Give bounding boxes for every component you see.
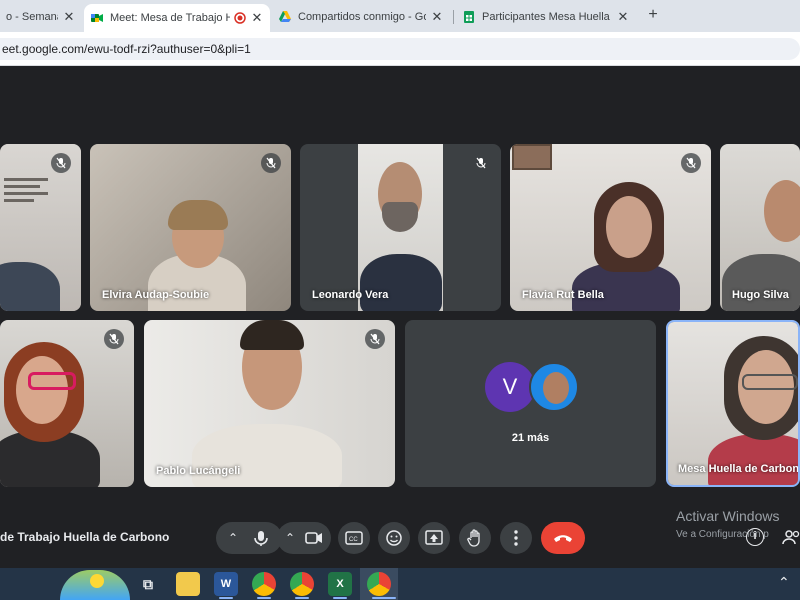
mic-off-icon bbox=[261, 153, 281, 173]
running-indicator bbox=[219, 597, 233, 599]
participant-hair bbox=[168, 200, 228, 230]
info-icon[interactable]: i bbox=[746, 528, 764, 546]
participant-tile[interactable]: Leonardo Vera bbox=[300, 144, 501, 311]
avatar: V bbox=[485, 362, 535, 412]
microphone-icon[interactable] bbox=[245, 522, 277, 554]
close-icon[interactable]: ✕ bbox=[430, 9, 444, 25]
tab-title: Participantes Mesa Huella de C bbox=[482, 11, 612, 23]
participant-name: Hugo Silva bbox=[732, 289, 789, 301]
participant-name: Mesa Huella de Carbono bbox=[678, 463, 800, 475]
chevron-up-icon[interactable]: ⌃ bbox=[778, 574, 790, 591]
mic-off-icon bbox=[471, 153, 491, 173]
widgets-weather-icon[interactable] bbox=[60, 570, 130, 600]
chevron-up-icon[interactable]: ⌃ bbox=[280, 531, 300, 545]
participant-figure bbox=[722, 254, 800, 311]
tab-sheets[interactable]: Participantes Mesa Huella de C ✕ bbox=[456, 4, 636, 30]
participant-name: Elvira Audap-Soubie bbox=[102, 289, 210, 301]
tab-meet[interactable]: Meet: Mesa de Trabajo Hue ✕ bbox=[84, 4, 270, 32]
meeting-title: de Trabajo Huella de Carbono bbox=[0, 530, 170, 544]
chrome-active-icon[interactable] bbox=[367, 572, 391, 596]
drive-icon bbox=[279, 11, 291, 22]
tab-drive[interactable]: Compartidos conmigo - Google ✕ bbox=[272, 4, 450, 30]
participant-head bbox=[606, 196, 652, 258]
url-field[interactable]: eet.google.com/ewu-todf-rzi?authuser=0&p… bbox=[0, 38, 800, 60]
participant-name: Leonardo Vera bbox=[312, 289, 389, 301]
running-indicator bbox=[372, 597, 396, 599]
file-explorer-icon[interactable] bbox=[176, 572, 200, 596]
recording-icon bbox=[234, 12, 246, 24]
participant-tile-self[interactable]: Mesa Huella de Carbono bbox=[666, 320, 800, 487]
present-screen-icon bbox=[425, 530, 443, 545]
wall-sign bbox=[4, 174, 48, 214]
more-participants-tile[interactable]: V 21 más bbox=[405, 320, 656, 487]
tab-title: o - Semana d bbox=[6, 11, 58, 23]
chevron-up-icon[interactable]: ⌃ bbox=[221, 531, 245, 545]
mic-control-group: ⌃ bbox=[216, 522, 282, 554]
windows-taskbar: ⧉ W X ⌃ bbox=[0, 568, 800, 600]
participant-name: Pablo Lucángeli bbox=[156, 465, 241, 477]
windows-activation-title: Activar Windows bbox=[676, 508, 780, 524]
running-indicator bbox=[333, 597, 347, 599]
leave-call-button[interactable] bbox=[541, 522, 585, 554]
more-options-button[interactable] bbox=[500, 522, 532, 554]
mic-off-icon bbox=[681, 153, 701, 173]
captions-icon: CC bbox=[345, 531, 363, 545]
mic-off-icon bbox=[104, 329, 124, 349]
participant-tile[interactable] bbox=[0, 320, 134, 487]
reactions-button[interactable] bbox=[378, 522, 410, 554]
excel-icon[interactable]: X bbox=[328, 572, 352, 596]
participant-tile[interactable]: Hugo Silva bbox=[720, 144, 800, 311]
participant-name: Flavia Rut Bella bbox=[522, 289, 604, 301]
participant-tile[interactable]: Flavia Rut Bella bbox=[510, 144, 711, 311]
hand-icon bbox=[467, 529, 480, 547]
present-button[interactable] bbox=[418, 522, 450, 554]
captions-button[interactable]: CC bbox=[338, 522, 370, 554]
more-count-label: 21 más bbox=[511, 432, 550, 444]
participant-tile[interactable]: Elvira Audap-Soubie bbox=[90, 144, 291, 311]
emoji-icon bbox=[386, 530, 402, 546]
people-icon[interactable] bbox=[782, 528, 800, 546]
address-bar: eet.google.com/ewu-todf-rzi?authuser=0&p… bbox=[0, 32, 800, 66]
camera-icon[interactable] bbox=[300, 522, 328, 554]
running-indicator bbox=[295, 597, 309, 599]
hangup-icon bbox=[554, 535, 572, 542]
participant-head bbox=[764, 180, 800, 242]
participant-head bbox=[16, 356, 68, 424]
participant-tile[interactable]: Pablo Lucángeli bbox=[144, 320, 395, 487]
close-icon[interactable]: ✕ bbox=[250, 10, 264, 26]
participant-figure bbox=[708, 434, 798, 485]
running-indicator bbox=[257, 597, 271, 599]
participant-hair bbox=[240, 320, 304, 350]
new-tab-button[interactable]: + bbox=[644, 6, 662, 24]
close-icon[interactable]: ✕ bbox=[616, 9, 630, 25]
tab-divider bbox=[453, 10, 454, 24]
chrome-profile-icon[interactable] bbox=[290, 572, 314, 596]
meet-icon bbox=[91, 14, 103, 22]
sheets-icon bbox=[464, 11, 474, 23]
task-view-icon[interactable]: ⧉ bbox=[136, 572, 160, 596]
glasses bbox=[28, 372, 76, 390]
glasses bbox=[742, 374, 798, 390]
meet-stage: Elvira Audap-Soubie Leonardo Vera Flavia… bbox=[0, 66, 800, 568]
tab-calendar[interactable]: o - Semana d ✕ bbox=[0, 4, 82, 30]
more-vert-icon bbox=[514, 530, 518, 546]
participant-figure bbox=[360, 254, 442, 311]
participant-figure bbox=[192, 424, 342, 487]
mic-off-icon bbox=[51, 153, 71, 173]
camera-control-group: ⌃ bbox=[277, 522, 331, 554]
svg-text:CC: CC bbox=[349, 537, 358, 543]
participant-tile[interactable] bbox=[0, 144, 81, 311]
avatar-photo bbox=[529, 362, 579, 412]
wall-frame bbox=[512, 144, 552, 170]
word-icon[interactable]: W bbox=[214, 572, 238, 596]
raise-hand-button[interactable] bbox=[459, 522, 491, 554]
mic-off-icon bbox=[365, 329, 385, 349]
tab-title: Compartidos conmigo - Google bbox=[298, 11, 426, 23]
browser-tab-strip: o - Semana d ✕ Meet: Mesa de Trabajo Hue… bbox=[0, 0, 800, 32]
close-icon[interactable]: ✕ bbox=[62, 9, 76, 25]
tab-title: Meet: Mesa de Trabajo Hue bbox=[110, 12, 230, 24]
chrome-icon[interactable] bbox=[252, 572, 276, 596]
